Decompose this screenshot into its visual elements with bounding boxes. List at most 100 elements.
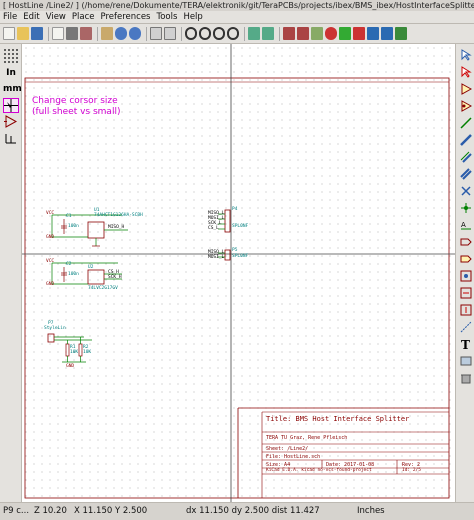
title-block-kicad: KiCad E.D.A. kicad no-vcs-found-project [266,468,372,473]
print-icon[interactable] [66,27,78,40]
tooltip-line-1: Change corsor size [32,96,118,106]
image-icon[interactable] [458,353,473,368]
redo-icon[interactable] [129,27,141,40]
net-gnd-2: GND [46,282,55,287]
menu-help[interactable]: Help [183,12,202,22]
graphic-line-icon[interactable] [458,319,473,334]
zoom-in-icon[interactable] [185,27,197,40]
bus-entry-orientation-icon[interactable] [3,132,19,147]
sheet-pin-icon[interactable] [458,302,473,317]
hidden-pins-icon[interactable] [3,115,19,130]
net-miso-h: MISO_H [108,225,125,230]
net-sck-h: SCK_H [108,275,122,280]
schematic-canvas[interactable]: Change corsor size (full sheet vs small)… [22,44,455,502]
p5-reference: P5 [232,248,238,253]
place-power-icon[interactable] [458,98,473,113]
status-bar: P9 c... Z 10.20 X 11.150 Y 2.500 dx 11.1… [0,502,474,519]
junction-icon[interactable] [458,200,473,215]
title-block-company: TERA TU Graz, Rene Pfleisch [266,435,348,441]
place-component-icon[interactable] [458,81,473,96]
hierarchical-label-icon[interactable] [458,251,473,266]
p4-pin-label: CS_L [208,226,219,231]
status-delta: dx 11.150 dy 2.500 dist 11.427 [186,506,320,516]
menu-tools[interactable]: Tools [156,12,177,22]
status-selected-part: P9 c... [3,506,30,516]
hierarchy-navigator-icon[interactable] [248,27,260,40]
new-icon[interactable] [3,27,15,40]
svg-text:A: A [461,221,466,229]
delete-icon[interactable] [458,370,473,385]
no-connect-icon[interactable] [458,183,473,198]
left-toolbar: In mm [0,44,22,502]
svg-text:T: T [461,338,470,350]
erc-icon[interactable] [325,27,337,40]
r1-value: 10K [70,350,79,355]
net-gnd-3: GND [66,364,75,369]
page-settings-icon[interactable] [52,27,64,40]
window-title: [ HostLine /Line2/ ] (/home/rene/Dokumen… [0,0,474,11]
save-icon[interactable] [31,27,43,40]
annotate-icon[interactable] [311,27,323,40]
c1-value: 100n [68,224,79,229]
bom-icon[interactable] [367,27,379,40]
pcbnew-icon[interactable] [395,27,407,40]
net-label-icon[interactable]: A [458,217,473,232]
grid-icon[interactable] [3,48,19,63]
p4-reference: P4 [232,207,238,212]
c2-value: 100n [68,272,79,277]
toolbar-separator [48,26,49,41]
menu-view[interactable]: View [46,12,66,22]
units-mm-button[interactable]: mm [3,82,22,97]
highlight-net-icon[interactable] [458,64,473,79]
cursor-size-tooltip: Change corsor size (full sheet vs small) [32,96,120,118]
title-block-sheet: Sheet: /Line2/ [266,446,309,452]
place-wire-icon[interactable] [458,115,473,130]
title-block-title: Title: BMS Host Interface Splitter [266,415,410,423]
menu-place[interactable]: Place [72,12,95,22]
units-inch-button[interactable]: In [3,66,19,81]
import-sheet-pin-icon[interactable] [458,285,473,300]
leave-sheet-icon[interactable] [262,27,274,40]
folder-icon[interactable] [17,27,29,40]
r2-value: 10K [83,350,92,355]
net-vcc-1: VCC [46,211,55,216]
library-browser-icon[interactable] [297,27,309,40]
zoom-out-icon[interactable] [199,27,211,40]
zoom-fit-icon[interactable] [227,27,239,40]
net-gnd-1: GND [46,235,55,240]
menu-preferences[interactable]: Preferences [100,12,150,22]
wire-to-bus-entry-icon[interactable] [458,149,473,164]
text-icon[interactable]: T [458,336,473,351]
undo-icon[interactable] [115,27,127,40]
paste-icon[interactable] [101,27,113,40]
cursor-shape-icon[interactable] [3,98,19,113]
c2-reference: C2 [66,262,72,267]
cvpcb-icon[interactable] [353,27,365,40]
find-replace-icon[interactable] [164,27,176,40]
library-editor-icon[interactable] [283,27,295,40]
p4-value: SPL0NF [232,224,249,229]
hierarchical-sheet-icon[interactable] [458,268,473,283]
zoom-redraw-icon[interactable] [213,27,225,40]
place-bus-icon[interactable] [458,132,473,147]
select-arrow-icon[interactable] [458,47,473,62]
u2-reference: U2 [88,265,94,270]
menu-edit[interactable]: Edit [23,12,39,22]
plot-icon[interactable] [80,27,92,40]
toolbar-separator [244,26,245,41]
toolbar-separator [181,26,182,41]
status-cursor-xy: X 11.150 Y 2.500 [74,506,148,516]
status-units: Inches [357,506,385,516]
find-icon[interactable] [150,27,162,40]
tooltip-line-2: (full sheet vs small) [32,107,121,117]
netlist-icon[interactable] [339,27,351,40]
global-label-icon[interactable] [458,234,473,249]
net-vcc-2: VCC [46,259,55,264]
p5-value: SPL0NF [232,254,249,259]
bus-to-bus-entry-icon[interactable] [458,166,473,181]
u1-component [51,214,128,247]
backannotate-icon[interactable] [381,27,393,40]
menu-file[interactable]: File [3,12,17,22]
main-toolbar [0,24,474,44]
u1-value: 74AHCT1G126HA-SCBH [94,213,143,218]
